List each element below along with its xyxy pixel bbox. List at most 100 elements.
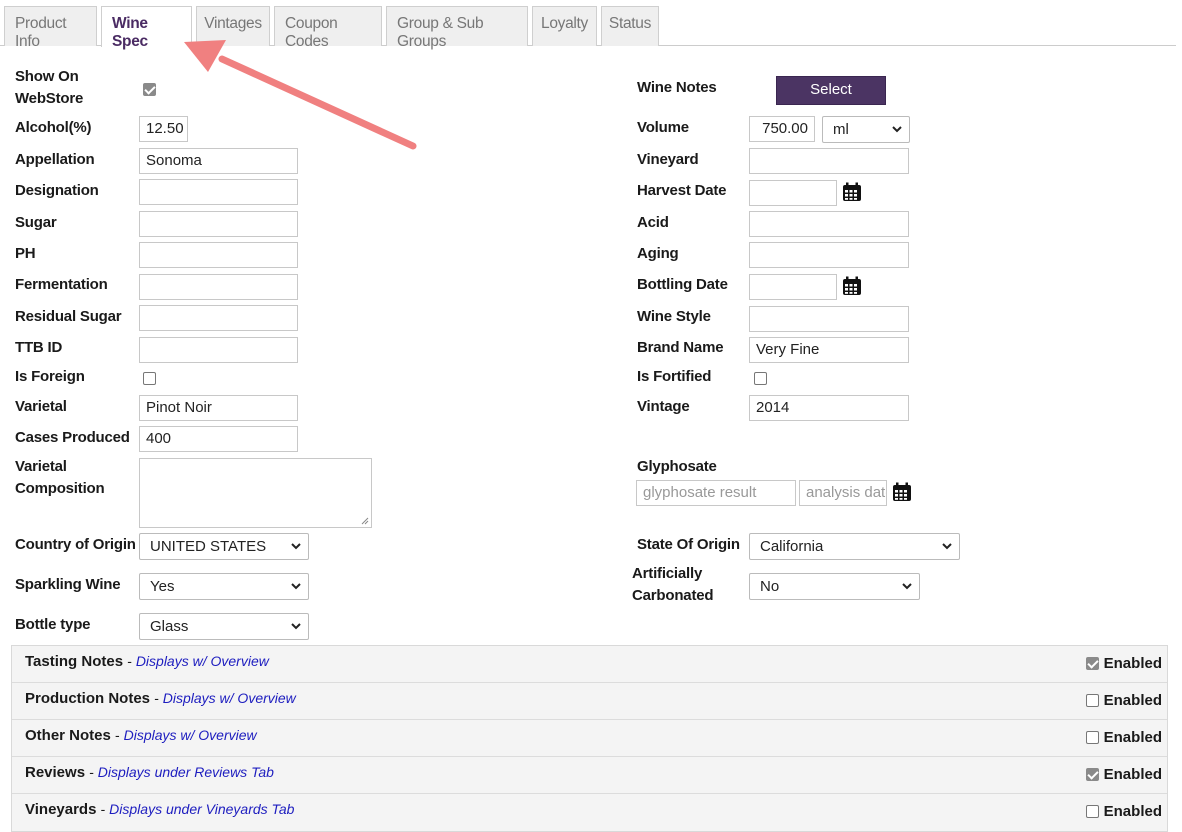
ttb-id-input[interactable]: [139, 337, 298, 363]
note-row-tasting[interactable]: Tasting Notes - Displays w/ Overview Ena…: [12, 646, 1167, 683]
is-foreign-label: Is Foreign: [15, 368, 85, 385]
ph-input[interactable]: [139, 242, 298, 268]
varietal-composition-label-2: Composition: [15, 480, 105, 497]
designation-input[interactable]: [139, 179, 298, 205]
enabled-toggle[interactable]: Enabled: [1085, 729, 1162, 746]
note-title: Vineyards - Displays under Vineyards Tab: [25, 801, 294, 818]
show-on-webstore-label-1: Show On: [15, 68, 79, 85]
note-subtitle-text: Displays w/ Overview: [162, 690, 296, 706]
show-on-webstore-checkbox[interactable]: [143, 83, 156, 96]
glyphosate-result-input[interactable]: glyphosate result: [636, 480, 796, 506]
wine-notes-select-button[interactable]: Select: [776, 76, 886, 105]
fermentation-input[interactable]: [139, 274, 298, 300]
volume-unit-value: ml: [833, 121, 849, 138]
wine-style-label: Wine Style: [637, 308, 711, 325]
tab-vintages[interactable]: Vintages: [196, 6, 270, 46]
aging-label: Aging: [637, 245, 679, 262]
varietal-composition-label-1: Varietal: [15, 458, 67, 475]
wine-style-input[interactable]: [749, 306, 909, 332]
note-subtitle-text: Displays under Reviews Tab: [97, 764, 274, 780]
note-title: Tasting Notes - Displays w/ Overview: [25, 653, 269, 670]
vineyard-input[interactable]: [749, 148, 909, 174]
calendar-icon[interactable]: [842, 182, 862, 202]
volume-input[interactable]: 750.00: [749, 116, 815, 142]
calendar-icon[interactable]: [842, 276, 862, 296]
calendar-icon[interactable]: [892, 482, 912, 502]
enabled-toggle[interactable]: Enabled: [1085, 803, 1162, 820]
resize-grip-icon[interactable]: [361, 517, 369, 525]
tab-status[interactable]: Status: [601, 6, 659, 46]
enabled-checkbox[interactable]: [1085, 694, 1099, 707]
enabled-checkbox[interactable]: [1085, 805, 1099, 818]
volume-unit-select[interactable]: ml: [822, 116, 910, 143]
chevron-down-icon: [942, 543, 952, 550]
bottling-date-label: Bottling Date: [637, 276, 728, 293]
artificially-carbonated-value: No: [760, 578, 780, 595]
brand-name-input[interactable]: Very Fine: [749, 337, 909, 363]
enabled-toggle[interactable]: Enabled: [1085, 655, 1162, 672]
note-title-text: Other Notes: [25, 727, 111, 744]
bottling-date-input[interactable]: [749, 274, 837, 300]
alcohol-input[interactable]: 12.50: [139, 116, 188, 142]
tab-coupon-codes[interactable]: Coupon Codes: [274, 6, 382, 50]
fermentation-label: Fermentation: [15, 276, 108, 293]
harvest-date-label: Harvest Date: [637, 182, 727, 199]
note-row-other[interactable]: Other Notes - Displays w/ Overview Enabl…: [12, 720, 1167, 757]
is-foreign-checkbox[interactable]: [143, 372, 156, 385]
enabled-label: Enabled: [1103, 729, 1162, 746]
note-subtitle: - Displays under Reviews Tab: [89, 764, 274, 780]
sugar-input[interactable]: [139, 211, 298, 237]
state-of-origin-select[interactable]: California: [749, 533, 960, 560]
artificially-carbonated-label-2: Carbonated: [632, 587, 714, 604]
varietal-input[interactable]: Pinot Noir: [139, 395, 298, 421]
bottle-type-select[interactable]: Glass: [139, 613, 309, 640]
cases-produced-input[interactable]: 400: [139, 426, 298, 452]
enabled-label: Enabled: [1103, 655, 1162, 672]
note-row-production[interactable]: Production Notes - Displays w/ Overview …: [12, 683, 1167, 720]
note-row-vineyards[interactable]: Vineyards - Displays under Vineyards Tab…: [12, 794, 1167, 831]
sugar-label: Sugar: [15, 214, 57, 231]
ph-label: PH: [15, 245, 36, 262]
note-subtitle: - Displays under Vineyards Tab: [100, 801, 295, 817]
country-of-origin-select[interactable]: UNITED STATES: [139, 533, 309, 560]
residual-sugar-input[interactable]: [139, 305, 298, 331]
artificially-carbonated-select[interactable]: No: [749, 573, 920, 600]
chevron-down-icon: [291, 583, 301, 590]
vintage-input[interactable]: 2014: [749, 395, 909, 421]
note-subtitle-text: Displays w/ Overview: [135, 653, 269, 669]
enabled-checkbox[interactable]: [1085, 768, 1099, 781]
appellation-input[interactable]: Sonoma: [139, 148, 298, 174]
tab-loyalty[interactable]: Loyalty: [532, 6, 597, 46]
harvest-date-input[interactable]: [749, 180, 837, 206]
enabled-toggle[interactable]: Enabled: [1085, 766, 1162, 783]
country-of-origin-value: UNITED STATES: [150, 538, 267, 555]
vintage-label: Vintage: [637, 398, 690, 415]
acid-input[interactable]: [749, 211, 909, 237]
enabled-checkbox[interactable]: [1085, 657, 1099, 670]
appellation-label: Appellation: [15, 151, 95, 168]
is-fortified-checkbox[interactable]: [754, 372, 767, 385]
enabled-label: Enabled: [1103, 766, 1162, 783]
aging-input[interactable]: [749, 242, 909, 268]
bottle-type-label: Bottle type: [15, 616, 91, 633]
enabled-toggle[interactable]: Enabled: [1085, 692, 1162, 709]
sparkling-wine-label: Sparkling Wine: [15, 576, 121, 593]
artificially-carbonated-label-1: Artificially: [632, 565, 703, 582]
varietal-composition-textarea[interactable]: [139, 458, 372, 528]
tab-wine-spec[interactable]: Wine Spec: [101, 6, 192, 50]
analysis-date-input[interactable]: analysis date: [799, 480, 887, 506]
enabled-checkbox[interactable]: [1085, 731, 1099, 744]
cases-produced-label: Cases Produced: [15, 429, 130, 446]
enabled-label: Enabled: [1103, 692, 1162, 709]
tab-bar: Product Info Wine Spec Vintages Coupon C…: [0, 0, 1176, 50]
ttb-id-label: TTB ID: [15, 339, 63, 356]
tab-group-sub-groups[interactable]: Group & Sub Groups: [386, 6, 528, 50]
tab-product-info[interactable]: Product Info: [4, 6, 97, 50]
note-title-text: Vineyards: [25, 801, 97, 818]
state-of-origin-value: California: [760, 538, 824, 555]
show-on-webstore-label-2: WebStore: [15, 90, 84, 107]
sparkling-wine-select[interactable]: Yes: [139, 573, 309, 600]
residual-sugar-label: Residual Sugar: [15, 308, 122, 325]
note-row-reviews[interactable]: Reviews - Displays under Reviews Tab Ena…: [12, 757, 1167, 794]
volume-label: Volume: [637, 119, 689, 136]
